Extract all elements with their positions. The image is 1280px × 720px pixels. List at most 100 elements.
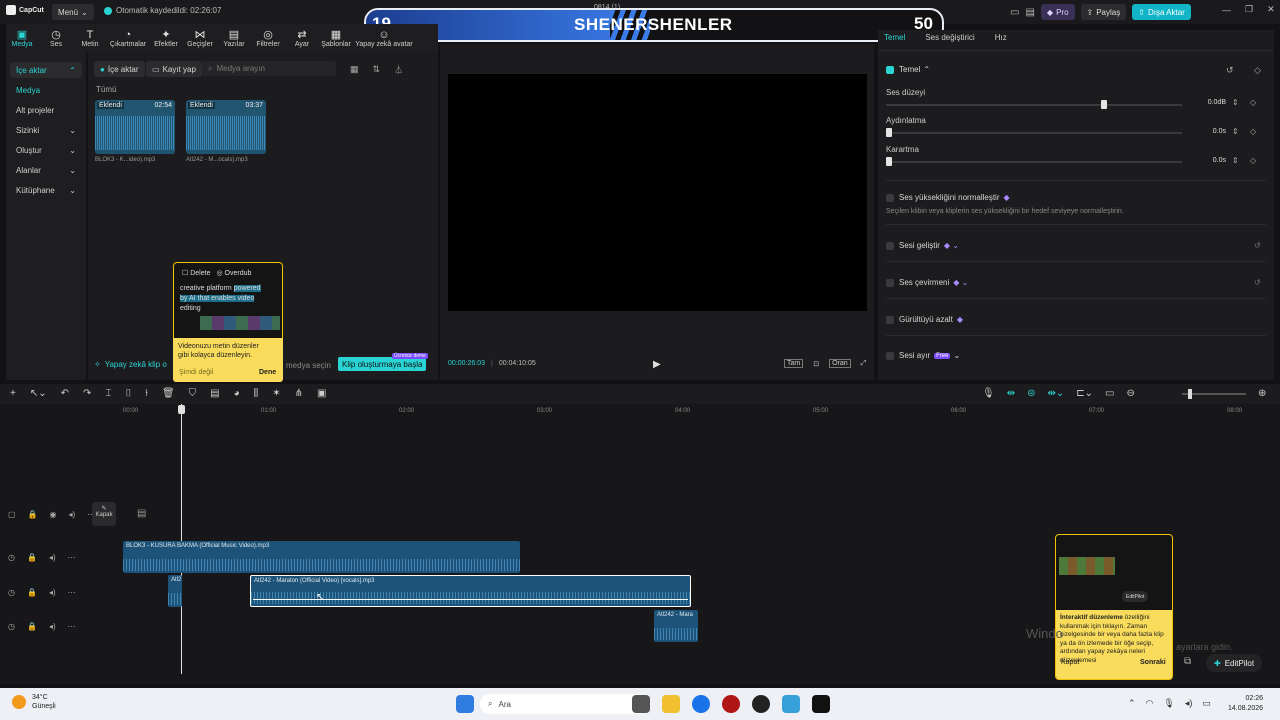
ratio-button[interactable]: Oran <box>829 359 851 368</box>
sidebar-item-yours[interactable]: Sizinki ⌄ <box>10 122 82 138</box>
mic-icon[interactable]: 🎙 <box>1163 698 1174 709</box>
stepper-icon[interactable]: ⇕ <box>1232 127 1239 136</box>
battery-icon[interactable]: ▭ <box>1202 698 1211 709</box>
more-icon[interactable]: ⋯ <box>68 622 76 631</box>
sidebar-item-create[interactable]: Oluştur ⌄ <box>10 142 82 158</box>
chrome-icon[interactable] <box>692 695 710 713</box>
magnet-icon[interactable]: ⊜ <box>1027 388 1035 399</box>
windows-start-icon[interactable] <box>456 695 474 713</box>
overdub-option[interactable]: ◎ Overdub <box>216 269 251 277</box>
opera-icon[interactable] <box>722 695 740 713</box>
keyframe-icon[interactable]: ◇ <box>1254 65 1261 76</box>
sidebar-item-import[interactable]: İçe aktar ⌃ <box>10 62 82 78</box>
record-button[interactable]: ▭ Kayıt yap <box>146 61 202 77</box>
magic-icon[interactable]: ✶ <box>272 388 280 399</box>
reset-icon[interactable]: ↺ <box>1254 241 1261 250</box>
tool-ai-avatar[interactable]: ☺ Yapay zekâ avatar <box>354 29 414 48</box>
start-clip-button[interactable]: Klip oluşturmaya başla <box>338 357 427 371</box>
taskbar-search[interactable]: ⌕ Ara <box>480 694 648 714</box>
speaker-icon[interactable]: ◂) <box>49 622 56 631</box>
tab-basic[interactable]: Temel <box>884 33 905 42</box>
slider-knob[interactable] <box>1100 100 1107 109</box>
tool-adjust[interactable]: ⇄ Ayar <box>286 29 318 48</box>
split-right-icon[interactable]: ⍿ <box>145 388 148 399</box>
audio-clip[interactable]: Atl242 - Mara <box>654 610 698 642</box>
fade-out-value[interactable]: 0.0s <box>1178 157 1226 164</box>
weather-widget[interactable]: 34°C Güneşli <box>12 693 56 711</box>
snap-icon[interactable]: ⇹⌄ <box>1047 388 1064 399</box>
reset-icon[interactable]: ↺ <box>1254 278 1261 287</box>
play-icon[interactable]: ▶ <box>653 359 661 370</box>
sidebar-item-media[interactable]: Medya <box>10 82 82 98</box>
editpilot-button[interactable]: ✚ EditPilot <box>1206 654 1263 672</box>
cover-button[interactable]: ✎ Kapak <box>92 502 116 526</box>
next-tooltip-button[interactable]: Sonraki <box>1140 659 1166 666</box>
speaker-icon[interactable]: ◂) <box>49 553 56 562</box>
eye-icon[interactable]: ◉ <box>50 510 57 519</box>
preview-axis-icon[interactable]: ⊏⌄ <box>1076 388 1093 399</box>
sidebar-item-library[interactable]: Kütüphane ⌄ <box>10 182 82 198</box>
lock-icon[interactable]: 🔒 <box>28 510 38 519</box>
text-edit-icon[interactable]: ▤ <box>210 388 219 399</box>
close-icon[interactable]: ✕ <box>1267 4 1275 15</box>
audio-clip[interactable]: BLOK3 - KUSURA BAKMA (Official Music Vid… <box>123 541 520 573</box>
fade-in-value[interactable]: 0.0s <box>1178 128 1226 135</box>
expand-icon[interactable]: ⤢ <box>861 360 867 368</box>
task-view-icon[interactable] <box>632 695 650 713</box>
stepper-icon[interactable]: ⇕ <box>1232 156 1239 165</box>
tool-captions[interactable]: ▤ Yazılar <box>218 29 250 48</box>
tool-media[interactable]: ▣ Medya <box>6 29 38 48</box>
file-explorer-icon[interactable] <box>662 695 680 713</box>
tab-voice-changer[interactable]: Ses değiştirici <box>925 33 974 42</box>
speaker-icon[interactable]: ◂) <box>69 510 76 519</box>
tool-stickers[interactable]: ◔ Çıkartmalar <box>108 29 148 48</box>
enhance-toggle[interactable]: Sesi geliştir ◆ ⌄ <box>886 241 959 250</box>
tool-effects[interactable]: ✦ Efektler <box>150 29 182 48</box>
media-item[interactable]: Eklendi 03:37 Atl242 - M...ocals).mp3 <box>186 100 266 163</box>
translate-toggle[interactable]: Ses çevirmeni ◆ ⌄ <box>886 278 968 287</box>
fade-in-slider[interactable] <box>886 128 1182 137</box>
sidebar-item-spaces[interactable]: Alanlar ⌄ <box>10 162 82 178</box>
mic-icon[interactable]: 🎙 <box>982 388 995 399</box>
capcut-taskbar-icon[interactable] <box>812 695 830 713</box>
more-icon[interactable]: ⋯ <box>68 553 76 562</box>
time-ruler[interactable]: 00:00 01:00 02:00 03:00 04:00 05:00 06:00 07:00… <box>0 404 1280 418</box>
try-button[interactable]: Dene <box>259 369 276 376</box>
zoom-slider[interactable] <box>1182 389 1246 399</box>
app-icon[interactable] <box>752 695 770 713</box>
ai-edit-icon[interactable]: ◕ <box>234 388 240 399</box>
delete-icon[interactable]: 🗑 <box>162 388 175 399</box>
fade-out-slider[interactable] <box>886 157 1182 166</box>
tab-speed[interactable]: Hız <box>995 33 1007 42</box>
pro-button[interactable]: ◆ Pro <box>1040 4 1075 20</box>
shield-icon[interactable]: ⛉ <box>189 388 197 399</box>
zoom-slider-knob[interactable] <box>1188 389 1192 399</box>
export-button[interactable]: ⇧ Dışa Aktar <box>1132 4 1191 20</box>
stepper-icon[interactable]: ⇕ <box>1232 98 1239 107</box>
media-search-input[interactable]: ⌕ Medya arayın <box>202 61 336 76</box>
denoise-toggle[interactable]: Gürültüyü azalt ◆ <box>886 315 963 324</box>
split-left-icon[interactable]: ⌷ <box>125 388 131 399</box>
undo-icon[interactable]: ↶ <box>61 388 69 399</box>
lock-icon[interactable]: 🔒 <box>27 553 37 562</box>
tool-transitions[interactable]: ⋈ Geçişler <box>184 29 216 48</box>
sort-icon[interactable]: ⇅ <box>373 64 381 75</box>
tool-filters[interactable]: ◎ Filtreler <box>252 29 284 48</box>
keyframe-icon[interactable]: ◇ <box>1250 156 1256 165</box>
all-filter-label[interactable]: Tümü <box>96 85 116 94</box>
volume-icon[interactable]: ◂) <box>1185 698 1193 709</box>
minimize-icon[interactable]: — <box>1222 5 1231 15</box>
keyframe-icon[interactable]: ◇ <box>1250 98 1256 107</box>
lock-icon[interactable]: 🔒 <box>27 622 37 631</box>
close-tooltip-button[interactable]: Kapat <box>1061 659 1079 666</box>
speaker-icon[interactable]: ◂) <box>49 588 56 597</box>
tool-templates[interactable]: ▦ Şablonlar <box>320 29 352 48</box>
view-grid-icon[interactable]: ▦ <box>350 64 359 75</box>
redo-icon[interactable]: ↷ <box>83 388 91 399</box>
add-icon[interactable]: + <box>10 388 16 399</box>
maximize-icon[interactable]: ❐ <box>1245 4 1253 15</box>
filter-icon[interactable]: ⏃ <box>394 63 403 76</box>
clock[interactable]: 02:26 14.08.2026 <box>1228 694 1263 714</box>
lock-icon[interactable]: 🔒 <box>27 588 37 597</box>
media-item[interactable]: Eklendi 02:54 BLOK3 - K...ideo).mp3 <box>95 100 175 163</box>
